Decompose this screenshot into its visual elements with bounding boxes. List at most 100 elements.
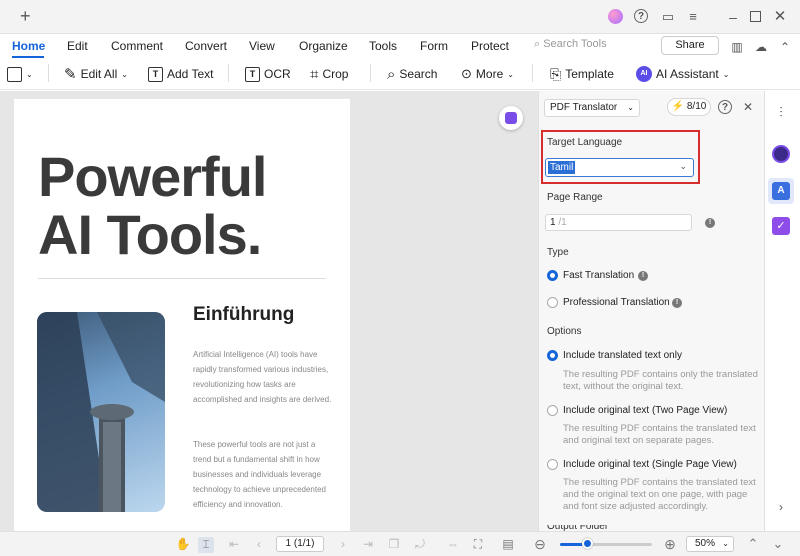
option-translated-only-radio[interactable] xyxy=(547,350,558,361)
chevron-down-icon: ⌄ xyxy=(722,69,730,79)
search-icon: ⌕ xyxy=(387,65,396,83)
feedback-icon[interactable]: ▭ xyxy=(660,9,676,25)
option-description: The resulting PDF contains only the tran… xyxy=(563,369,758,392)
floating-ai-button[interactable] xyxy=(499,106,523,130)
translate-tab[interactable]: A xyxy=(768,178,794,204)
menu-comment[interactable]: Comment xyxy=(111,39,163,53)
more-button[interactable]: ⊙ More ⌄ xyxy=(461,64,514,84)
prev-page-icon[interactable]: ‹ xyxy=(251,537,267,553)
help-icon[interactable]: ? xyxy=(718,100,732,114)
page-range-input[interactable]: 1 /1 xyxy=(545,214,692,231)
zoom-input[interactable]: 50% ⌄ xyxy=(686,536,734,552)
professional-translation-radio[interactable] xyxy=(547,297,558,308)
hand-tool-icon[interactable]: ✋ xyxy=(175,537,191,553)
divider xyxy=(38,278,326,279)
rotate-icon[interactable]: ⤾ xyxy=(412,537,428,553)
credits-badge[interactable]: ⚡ 8/10 xyxy=(667,98,711,116)
chevron-right-icon[interactable]: › xyxy=(772,500,790,518)
ai-icon: AI xyxy=(636,66,652,82)
menu-form[interactable]: Form xyxy=(420,39,448,53)
document-title: Powerful AI Tools. xyxy=(38,145,267,266)
fast-translation-radio[interactable] xyxy=(547,270,558,281)
close-panel-icon[interactable]: ✕ xyxy=(740,99,756,115)
option-single-page-radio[interactable] xyxy=(547,459,558,470)
new-tab-button[interactable]: + xyxy=(20,6,31,26)
fit-width-icon[interactable]: ⇔ xyxy=(445,537,461,553)
help-icon[interactable]: ? xyxy=(634,9,648,23)
divider xyxy=(532,64,533,82)
ai-robot-icon[interactable] xyxy=(772,145,790,163)
next-page-icon[interactable]: › xyxy=(335,537,351,553)
search-button[interactable]: ⌕ Search xyxy=(387,64,437,84)
select-tool[interactable]: ⌄ xyxy=(7,64,33,84)
menu-home[interactable]: Home xyxy=(12,39,45,53)
zoom-slider-handle[interactable] xyxy=(582,538,593,549)
menu-protect[interactable]: Protect xyxy=(471,39,509,53)
option-description: The resulting PDF contains the translate… xyxy=(563,477,756,512)
menu-organize[interactable]: Organize xyxy=(299,39,348,53)
chevron-down-icon: ⌄ xyxy=(26,69,33,79)
divider xyxy=(48,64,49,82)
text-box-icon: T xyxy=(148,66,163,82)
minimize-icon[interactable]: – xyxy=(725,9,741,25)
option-single-page-label[interactable]: Include original text (Single Page View) xyxy=(563,459,737,470)
page-number-input[interactable]: 1 (1/1) xyxy=(276,536,324,552)
menu-edit[interactable]: Edit xyxy=(67,39,88,53)
select-box-icon xyxy=(7,66,22,82)
select-text-icon[interactable]: ⌶ xyxy=(198,537,214,553)
tool-select[interactable]: PDF Translator ⌄ xyxy=(544,99,640,117)
fast-translation-label[interactable]: Fast Translation xyxy=(563,270,634,281)
option-two-page-label[interactable]: Include original text (Two Page View) xyxy=(563,405,727,416)
chevron-down-icon: ⌄ xyxy=(679,161,687,171)
template-button[interactable]: ⎘ Template xyxy=(550,64,614,84)
info-icon[interactable]: ! xyxy=(638,271,648,281)
target-language-value: Tamil xyxy=(548,161,576,174)
more-dots-icon: ⊙ xyxy=(461,66,472,81)
option-translated-only-label[interactable]: Include translated text only xyxy=(563,350,682,361)
lightning-icon: ⚡ xyxy=(671,101,685,112)
collapse-up-icon[interactable]: ⌃ xyxy=(745,537,761,553)
crop-button[interactable]: ⌗ Crop xyxy=(310,64,348,84)
section-heading: Einführung xyxy=(193,304,295,325)
collapse-icon[interactable]: ⌃ xyxy=(777,39,793,55)
menu-view[interactable]: View xyxy=(249,39,275,53)
ocr-icon: T xyxy=(245,66,260,82)
menu-convert[interactable]: Convert xyxy=(185,39,227,53)
add-text-button[interactable]: T Add Text xyxy=(148,64,213,84)
professional-translation-label[interactable]: Professional Translation xyxy=(563,297,670,308)
upload-icon[interactable]: ☁ xyxy=(753,39,769,55)
first-page-icon[interactable]: ⇤ xyxy=(226,537,242,553)
ocr-button[interactable]: T OCR xyxy=(245,64,291,84)
checklist-icon[interactable]: ✓ xyxy=(772,217,790,235)
template-icon: ⎘ xyxy=(550,65,562,82)
last-page-icon[interactable]: ⇥ xyxy=(360,537,376,553)
close-icon[interactable]: ✕ xyxy=(772,9,788,25)
chevron-down-icon: ⌄ xyxy=(121,69,128,79)
comment-icon[interactable]: ▤ xyxy=(500,537,516,553)
info-icon[interactable]: ! xyxy=(672,298,682,308)
search-icon: ⌕ xyxy=(534,38,544,50)
option-description: The resulting PDF contains the translate… xyxy=(563,423,756,446)
edit-all-button[interactable]: ✎ Edit All ⌄ xyxy=(64,64,128,84)
fit-page-icon[interactable]: ⛶ xyxy=(470,537,486,553)
avatar[interactable] xyxy=(608,9,623,24)
maximize-icon[interactable] xyxy=(750,11,761,22)
zoom-out-icon[interactable]: ⊖ xyxy=(532,537,548,553)
share-button[interactable]: Share xyxy=(661,36,719,55)
menu-icon[interactable]: ≡ xyxy=(685,9,701,25)
option-two-page-radio[interactable] xyxy=(547,405,558,416)
copy-page-icon[interactable]: ❐ xyxy=(386,537,402,553)
info-icon[interactable]: ! xyxy=(705,218,715,228)
title-bar xyxy=(0,0,800,34)
search-tools-input[interactable]: ⌕ Search Tools xyxy=(534,38,654,54)
chevron-down-icon: ⌄ xyxy=(722,539,729,548)
properties-icon[interactable]: ⫶ xyxy=(772,104,790,122)
collapse-down-icon[interactable]: ⌄ xyxy=(770,537,786,553)
ai-assistant-button[interactable]: AI AI Assistant ⌄ xyxy=(636,64,729,84)
menu-tools[interactable]: Tools xyxy=(369,39,397,53)
pen-icon: ✎ xyxy=(64,66,77,83)
page-range-label: Page Range xyxy=(547,192,603,203)
reader-icon[interactable]: ▥ xyxy=(729,39,745,55)
chevron-down-icon: ⌄ xyxy=(627,103,634,112)
zoom-in-icon[interactable]: ⊕ xyxy=(662,537,678,553)
